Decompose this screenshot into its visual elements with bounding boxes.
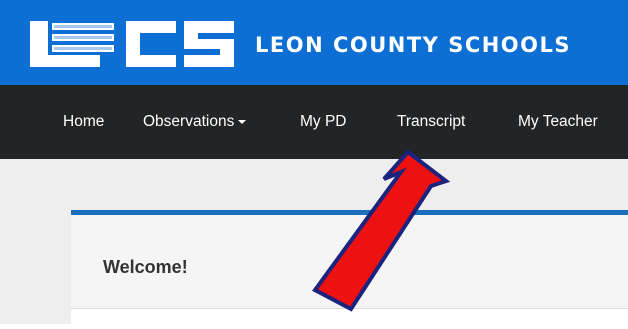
nav-my-pd-label: My PD xyxy=(300,113,347,130)
nav-my-teacher[interactable]: My Teacher xyxy=(518,85,598,159)
nav-my-pd[interactable]: My PD xyxy=(300,85,347,159)
site-header: LEON COUNTY SCHOOLS xyxy=(0,0,628,85)
nav-home[interactable]: Home xyxy=(63,85,104,159)
main-navigation: Home Observations My PD Transcript My Te… xyxy=(0,85,628,159)
nav-transcript[interactable]: Transcript xyxy=(397,85,465,159)
district-logo[interactable] xyxy=(30,17,240,71)
nav-my-teacher-label: My Teacher xyxy=(518,113,598,130)
panel-body xyxy=(71,309,628,329)
district-name: LEON COUNTY SCHOOLS xyxy=(255,33,572,57)
nav-transcript-label: Transcript xyxy=(397,113,466,130)
nav-observations[interactable]: Observations xyxy=(143,85,247,159)
welcome-panel: Welcome! xyxy=(71,210,628,329)
panel-title: Welcome! xyxy=(103,257,188,277)
caret-down-icon xyxy=(238,119,247,124)
nav-observations-label: Observations xyxy=(143,113,235,130)
nav-home-label: Home xyxy=(63,113,105,130)
